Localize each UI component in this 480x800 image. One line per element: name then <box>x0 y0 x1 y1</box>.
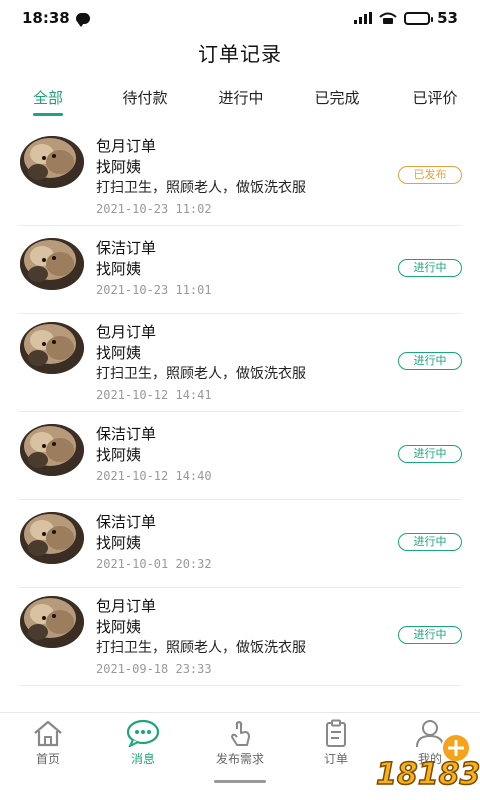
active-tab-indicator <box>33 113 63 116</box>
order-info: 包月订单找阿姨打扫卫生，照顾老人，做饭洗衣服 2021-09-18 23:33 <box>96 596 306 678</box>
order-tabs: 全部 待付款 进行中 已完成 已评价 <box>0 82 480 118</box>
order-avatar <box>20 322 84 374</box>
message-icon <box>126 719 160 749</box>
tab-pending-payment[interactable]: 待付款 <box>112 82 178 114</box>
order-title: 包月订单 <box>96 597 157 615</box>
order-avatar <box>20 424 84 476</box>
order-subtitle: 找阿姨 <box>96 158 142 176</box>
status-badge: 进行中 <box>398 626 462 644</box>
order-list: 包月订单 找阿姨 打扫卫生，照顾老人，做饭洗衣服 2021-10-23 11:02 已发… <box>0 128 480 686</box>
order-description: 打扫卫生，照顾老人，做饭洗衣服 <box>96 366 306 382</box>
nav-label: 消息 <box>130 752 155 766</box>
order-avatar <box>20 512 84 564</box>
tab-label: 全部 <box>32 89 63 107</box>
order-time: 2021-10-12 14:40 <box>96 469 212 483</box>
status-badge: 进行中 <box>398 445 462 463</box>
nav-label: 首页 <box>35 752 60 766</box>
order-description: 打扫卫生，照顾老人，做饭洗衣服 <box>96 640 306 656</box>
order-time: 2021-10-01 20:32 <box>96 557 212 571</box>
nav-publish-request[interactable]: 发布需求 <box>200 719 280 766</box>
status-badge: 进行中 <box>398 259 462 277</box>
title-bar: 订单记录 <box>0 36 480 72</box>
status-badge: 进行中 <box>398 352 462 370</box>
nav-orders[interactable]: 订单 <box>296 719 376 766</box>
tab-label: 待付款 <box>122 89 168 107</box>
order-info: 保洁订单找阿姨 2021-10-01 20:32 <box>96 512 212 573</box>
dog-photo-icon <box>20 238 84 290</box>
nav-messages[interactable]: 消息 <box>103 719 183 766</box>
order-time: 2021-10-23 11:01 <box>96 283 212 297</box>
nav-label: 订单 <box>323 752 348 766</box>
nav-label: 发布需求 <box>215 752 264 766</box>
status-badge: 已发布 <box>398 166 462 184</box>
order-info: 保洁订单找阿姨 2021-10-12 14:40 <box>96 424 212 485</box>
order-info: 包月订单找阿姨打扫卫生，照顾老人，做饭洗衣服 2021-10-23 11:02 <box>96 136 306 218</box>
page-title: 订单记录 <box>198 42 282 66</box>
tab-completed[interactable]: 已完成 <box>304 82 370 114</box>
tap-hand-icon <box>231 721 250 746</box>
status-time: 18:38 <box>22 9 70 27</box>
signal-icon <box>354 12 373 24</box>
clipboard-icon <box>326 719 346 747</box>
watermark-logo: 18183 <box>375 733 480 793</box>
order-item[interactable]: 包月订单找阿姨打扫卫生，照顾老人，做饭洗衣服 2021-10-23 11:02 已发… <box>18 128 462 226</box>
order-title: 保洁订单 <box>96 239 157 257</box>
order-description: 打扫卫生，照顾老人，做饭洗衣服 <box>96 180 306 196</box>
status-bar: 18:38 53 <box>0 0 480 36</box>
dog-photo-icon <box>20 596 84 648</box>
tab-all[interactable]: 全部 <box>18 82 78 116</box>
order-item[interactable]: 保洁订单找阿姨 2021-10-01 20:32 进行中 <box>18 500 462 588</box>
order-avatar <box>20 136 84 188</box>
order-item[interactable]: 保洁订单找阿姨 2021-10-23 11:01 进行中 <box>18 226 462 314</box>
order-item[interactable]: 包月订单找阿姨打扫卫生，照顾老人，做饭洗衣服 2021-10-12 14:41 进行… <box>18 314 462 412</box>
dog-photo-icon <box>20 424 84 476</box>
order-subtitle: 找阿姨 <box>96 446 142 464</box>
order-title: 包月订单 <box>96 137 157 155</box>
watermark-text: 18183 <box>376 757 480 792</box>
order-subtitle: 找阿姨 <box>96 618 142 636</box>
order-title: 保洁订单 <box>96 425 157 443</box>
tab-label: 进行中 <box>218 89 264 107</box>
dog-photo-icon <box>20 512 84 564</box>
order-time: 2021-10-23 11:02 <box>96 202 212 216</box>
order-info: 包月订单找阿姨打扫卫生，照顾老人，做饭洗衣服 2021-10-12 14:41 <box>96 322 306 404</box>
tab-reviewed[interactable]: 已评价 <box>402 82 468 114</box>
order-info: 保洁订单找阿姨 2021-10-23 11:01 <box>96 238 212 299</box>
battery-level: 53 <box>437 9 458 27</box>
dog-photo-icon <box>20 136 84 188</box>
nav-home[interactable]: 首页 <box>8 719 88 766</box>
message-notification-icon <box>75 12 90 27</box>
order-subtitle: 找阿姨 <box>96 534 142 552</box>
tab-in-progress[interactable]: 进行中 <box>208 82 274 114</box>
tab-label: 已完成 <box>314 89 360 107</box>
status-badge: 进行中 <box>398 533 462 551</box>
order-title: 包月订单 <box>96 323 157 341</box>
order-avatar <box>20 238 84 290</box>
order-time: 2021-10-12 14:41 <box>96 388 212 402</box>
tab-label: 已评价 <box>412 89 458 107</box>
dog-photo-icon <box>20 322 84 374</box>
order-item[interactable]: 包月订单找阿姨打扫卫生，照顾老人，做饭洗衣服 2021-09-18 23:33 进行… <box>18 588 462 686</box>
order-title: 保洁订单 <box>96 513 157 531</box>
order-item[interactable]: 保洁订单找阿姨 2021-10-12 14:40 进行中 <box>18 412 462 500</box>
order-subtitle: 找阿姨 <box>96 344 142 362</box>
battery-icon <box>404 11 434 25</box>
home-icon <box>34 720 62 747</box>
home-indicator <box>214 780 266 783</box>
order-subtitle: 找阿姨 <box>96 260 142 278</box>
hd-wifi-icon <box>379 12 397 24</box>
order-avatar <box>20 596 84 648</box>
order-time: 2021-09-18 23:33 <box>96 662 212 676</box>
